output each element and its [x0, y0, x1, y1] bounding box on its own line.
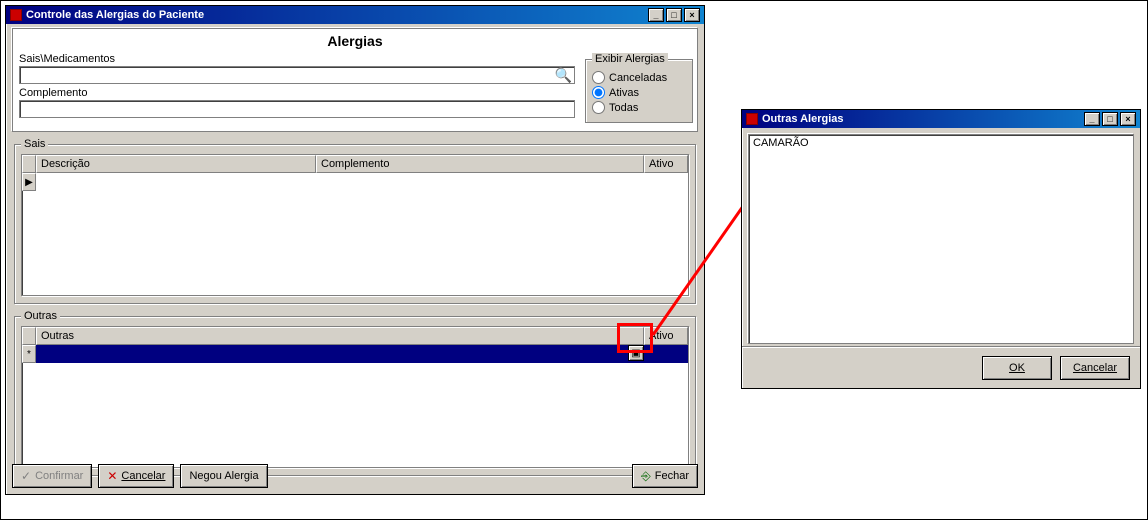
confirmar-label: Confirmar: [35, 470, 83, 482]
negou-alergia-button[interactable]: Negou Alergia: [180, 464, 267, 488]
dialog-close-button[interactable]: ×: [1120, 112, 1136, 126]
col-descricao[interactable]: Descrição: [36, 155, 316, 173]
sais-label: Sais\Medicamentos: [19, 53, 575, 65]
footer-bar: ✓ Confirmar ✕ Cancelar Negou Alergia ⎆ Fech…: [12, 464, 698, 488]
app-icon: [10, 9, 22, 21]
maximize-button[interactable]: □: [666, 8, 682, 22]
sais-input[interactable]: [19, 66, 575, 84]
open-outras-dialog-button[interactable]: ▣: [628, 345, 644, 361]
radio-canceladas-label: Canceladas: [609, 72, 667, 84]
radio-todas-label: Todas: [609, 102, 638, 114]
sais-grid[interactable]: Descrição Complemento Ativo ▶: [21, 154, 689, 296]
radio-todas[interactable]: Todas: [592, 101, 686, 114]
complemento-top-label: Complemento: [19, 87, 575, 99]
top-panel: Alergias Sais\Medicamentos 🔍 Complemento…: [12, 28, 698, 132]
dialog-titlebar: Outras Alergias _ □ ×: [742, 110, 1140, 128]
outras-cell[interactable]: ▣: [36, 345, 644, 363]
cancelar-button[interactable]: ✕ Cancelar: [98, 464, 174, 488]
radio-ativas[interactable]: Ativas: [592, 86, 686, 99]
col-ativo-sais[interactable]: Ativo: [644, 155, 688, 173]
radio-ativas-label: Ativas: [609, 87, 639, 99]
fechar-label: Fechar: [655, 470, 689, 482]
dialog-ok-button[interactable]: OK: [982, 356, 1052, 380]
outras-selected-row[interactable]: * ▣: [22, 345, 688, 363]
cancelar-label: Cancelar: [121, 470, 165, 482]
search-icon[interactable]: 🔍: [555, 67, 572, 84]
sais-group-legend: Sais: [21, 138, 48, 150]
row-marker: ▶: [22, 173, 36, 191]
outras-alergias-textarea[interactable]: [748, 134, 1134, 344]
dialog-ok-label: OK: [1009, 362, 1025, 374]
outras-grid[interactable]: Outras Ativo * ▣: [21, 326, 689, 468]
dialog-maximize-button[interactable]: □: [1102, 112, 1118, 126]
dialog-app-icon: [746, 113, 758, 125]
minimize-button[interactable]: _: [648, 8, 664, 22]
dialog-button-bar: OK Cancelar: [742, 347, 1140, 388]
cancel-icon: ✕: [107, 469, 117, 483]
exibir-group: Exibir Alergias Canceladas Ativas Todas: [585, 53, 693, 123]
sais-group: Sais Descrição Complemento Ativo ▶: [14, 138, 696, 304]
outras-ativo-cell[interactable]: [644, 345, 688, 363]
section-title: Alergias: [13, 29, 697, 53]
empty-row[interactable]: [36, 173, 688, 191]
outras-group: Outras Outras Ativo * ▣: [14, 310, 696, 476]
fechar-button[interactable]: ⎆ Fechar: [632, 464, 698, 488]
col-complemento[interactable]: Complemento: [316, 155, 644, 173]
dialog-title: Outras Alergias: [762, 113, 844, 125]
main-window: Controle das Alergias do Paciente _ □ × …: [5, 5, 705, 495]
grid-corner-outras: [22, 327, 36, 345]
sais-grid-header: Descrição Complemento Ativo: [22, 155, 688, 173]
exit-icon: ⎆: [641, 469, 651, 484]
row-marker-star: *: [22, 345, 36, 363]
dialog-cancelar-button[interactable]: Cancelar: [1060, 356, 1130, 380]
col-ativo-outras[interactable]: Ativo: [644, 327, 688, 345]
exibir-legend: Exibir Alergias: [592, 53, 668, 65]
confirmar-button[interactable]: ✓ Confirmar: [12, 464, 92, 488]
col-outras[interactable]: Outras: [36, 327, 644, 345]
outras-grid-header: Outras Ativo: [22, 327, 688, 345]
dialog-minimize-button[interactable]: _: [1084, 112, 1100, 126]
main-title: Controle das Alergias do Paciente: [26, 9, 204, 21]
negou-label: Negou Alergia: [189, 470, 258, 482]
main-titlebar: Controle das Alergias do Paciente _ □ ×: [6, 6, 704, 24]
outras-grid-body: * ▣: [22, 345, 688, 363]
grid-corner: [22, 155, 36, 173]
radio-canceladas[interactable]: Canceladas: [592, 71, 686, 84]
close-button[interactable]: ×: [684, 8, 700, 22]
outras-group-legend: Outras: [21, 310, 60, 322]
dialog-cancelar-label: Cancelar: [1073, 362, 1117, 374]
sais-grid-body: ▶: [22, 173, 688, 191]
check-icon: ✓: [21, 469, 31, 483]
complemento-top-input[interactable]: [19, 100, 575, 118]
dialog-window: Outras Alergias _ □ × OK Cancelar: [741, 109, 1141, 389]
